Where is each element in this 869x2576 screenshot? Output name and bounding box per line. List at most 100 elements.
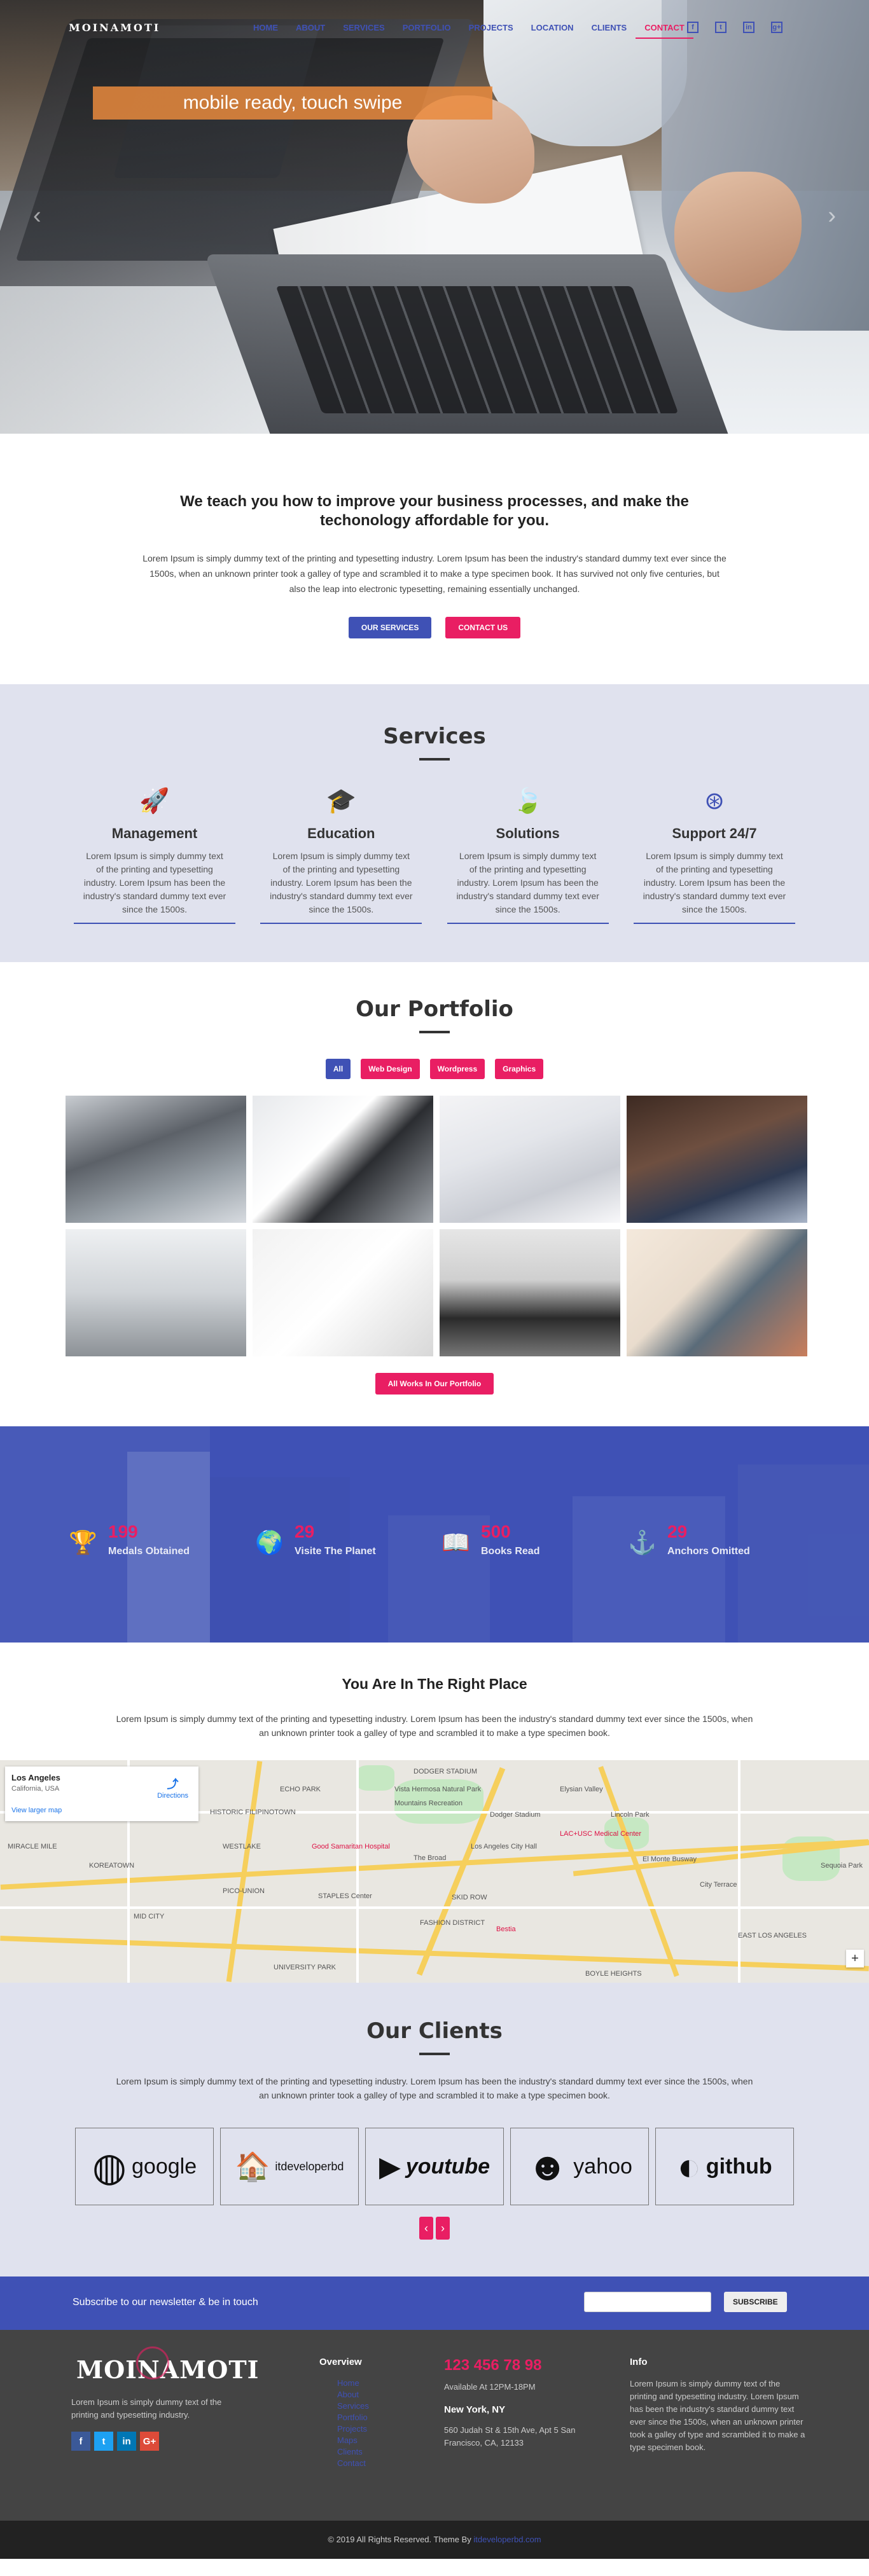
logo-ring-icon: [136, 2346, 169, 2380]
newsletter-text: Subscribe to our newsletter & be in touc…: [73, 2297, 258, 2308]
all-works-button[interactable]: All Works In Our Portfolio: [375, 1373, 494, 1395]
clients-prev-button[interactable]: ‹: [419, 2217, 433, 2240]
footer-logo[interactable]: MOINAMOTI: [76, 2346, 259, 2384]
portfolio-item[interactable]: [440, 1096, 620, 1223]
service-text: Lorem Ipsum is simply dummy text of the …: [643, 851, 786, 914]
stat-number: 29: [667, 1522, 688, 1541]
directions-button[interactable]: ⤴ Directions: [157, 1775, 188, 1800]
map-label: Dodger Stadium: [490, 1811, 541, 1819]
section-title: Services: [383, 724, 486, 749]
service-card: 🍃 Solutions Lorem Ipsum is simply dummy …: [447, 786, 609, 924]
footer-heading: Overview: [319, 2357, 362, 2367]
footer-link-projects[interactable]: Projects: [337, 2423, 369, 2435]
stat-item: ⚓ 29 Anchors Omitted: [628, 1522, 814, 1557]
slider-next-icon[interactable]: ›: [828, 202, 836, 230]
client-name: yahoo: [573, 2154, 632, 2179]
portfolio-item[interactable]: [66, 1096, 246, 1223]
footer-link-about[interactable]: About: [337, 2389, 369, 2400]
portfolio-item[interactable]: [253, 1229, 433, 1356]
yahoo-logo-icon: ☻: [527, 2144, 569, 2189]
service-text: Lorem Ipsum is simply dummy text of the …: [83, 851, 226, 914]
client-logo-yahoo[interactable]: ☻ yahoo: [510, 2128, 649, 2205]
clients-text: Lorem Ipsum is simply dummy text of the …: [116, 2076, 753, 2100]
portfolio-item[interactable]: [627, 1096, 807, 1223]
footer-link-contact[interactable]: Contact: [337, 2458, 369, 2469]
social-links-top: f t in g+: [687, 22, 782, 33]
google-plus-icon[interactable]: g+: [771, 22, 782, 33]
map-label: Bestia: [496, 1925, 516, 1933]
service-title: Support 24/7: [672, 825, 757, 841]
nav-item-services[interactable]: SERVICES: [334, 18, 394, 39]
nav-item-portfolio[interactable]: PORTFOLIO: [394, 18, 460, 39]
location-text: Lorem Ipsum is simply dummy text of the …: [116, 1714, 753, 1738]
stat-number: 500: [481, 1522, 511, 1541]
stat-label: Anchors Omitted: [667, 1546, 750, 1557]
nav-item-clients[interactable]: CLIENTS: [583, 18, 636, 39]
clients-next-button[interactable]: ›: [436, 2217, 450, 2240]
portfolio-item[interactable]: [253, 1096, 433, 1223]
view-larger-map-link[interactable]: View larger map: [11, 1807, 192, 1814]
filter-all[interactable]: All: [325, 1059, 351, 1079]
map-label: EAST LOS ANGELES: [738, 1932, 807, 1939]
copyright-link[interactable]: itdeveloperbd.com: [473, 2535, 541, 2544]
portfolio-item[interactable]: [66, 1229, 246, 1356]
footer: MOINAMOTI Lorem Ipsum is simply dummy te…: [0, 2330, 869, 2521]
footer-address: 560 Judah St & 15th Ave, Apt 5 San Franc…: [444, 2425, 576, 2448]
filter-wordpress[interactable]: Wordpress: [429, 1059, 485, 1079]
service-title: Management: [111, 825, 198, 841]
linkedin-icon[interactable]: in: [743, 22, 754, 33]
filter-web-design[interactable]: Web Design: [361, 1059, 420, 1079]
map-label: DODGER STADIUM: [414, 1768, 478, 1775]
map-label: The Broad: [414, 1854, 447, 1862]
nav-item-projects[interactable]: PROJECTS: [460, 18, 522, 39]
client-logo-github[interactable]: ◐ github: [655, 2128, 794, 2205]
twitter-icon[interactable]: t: [94, 2432, 113, 2451]
service-card: ⊛ Support 24/7 Lorem Ipsum is simply dum…: [633, 786, 795, 924]
map-label: UNIVERSITY PARK: [274, 1964, 337, 1971]
intro-section: We teach you how to improve your busines…: [0, 434, 869, 684]
title-underline: [419, 758, 450, 761]
map-label: MIRACLE MILE: [8, 1843, 57, 1850]
stat-label: Medals Obtained: [108, 1546, 190, 1557]
footer-link-services[interactable]: Services: [337, 2400, 369, 2412]
linkedin-icon[interactable]: in: [117, 2432, 136, 2451]
map-label: City Terrace: [700, 1881, 737, 1889]
client-logo-google[interactable]: ◍ google: [75, 2128, 214, 2205]
client-name: github: [706, 2154, 772, 2179]
google-map[interactable]: DODGER STADIUM ECHO PARK Dodger Stadium …: [0, 1760, 869, 1983]
zoom-in-icon[interactable]: +: [846, 1950, 864, 1967]
footer-phone[interactable]: 123 456 78 98: [444, 2357, 590, 2374]
nav-item-home[interactable]: HOME: [244, 18, 287, 39]
subscribe-button[interactable]: SUBSCRIBE: [724, 2292, 787, 2312]
nav-item-location[interactable]: LOCATION: [522, 18, 583, 39]
footer-link-home[interactable]: Home: [337, 2378, 369, 2389]
site-logo[interactable]: MOINAMOTI: [69, 22, 160, 34]
newsletter-email-input[interactable]: [584, 2292, 711, 2312]
footer-link-clients[interactable]: Clients: [337, 2446, 369, 2458]
location-title: You Are In The Right Place: [342, 1676, 527, 1692]
contact-us-button[interactable]: CONTACT US: [445, 617, 521, 638]
google-plus-icon[interactable]: G+: [140, 2432, 159, 2451]
map-label: Sequoia Park: [821, 1862, 863, 1870]
client-logo-youtube[interactable]: ▶ youtube: [365, 2128, 504, 2205]
services-section: Services 🚀 Management Lorem Ipsum is sim…: [0, 684, 869, 962]
footer-link-portfolio[interactable]: Portfolio: [337, 2412, 369, 2423]
book-icon: 📖: [441, 1529, 470, 1555]
slider-prev-icon[interactable]: ‹: [33, 202, 41, 230]
footer-link-maps[interactable]: Maps: [337, 2435, 369, 2446]
portfolio-item[interactable]: [627, 1229, 807, 1356]
our-services-button[interactable]: OUR SERVICES: [348, 617, 432, 638]
twitter-icon[interactable]: t: [715, 22, 726, 33]
leaf-icon: 🍃: [512, 788, 543, 815]
client-logo-itdeveloperbd[interactable]: 🏠 itdeveloperbd: [220, 2128, 359, 2205]
map-label: SKID ROW: [452, 1894, 487, 1901]
rocket-icon: 🚀: [139, 788, 170, 815]
portfolio-item[interactable]: [440, 1229, 620, 1356]
portfolio-grid: [66, 1096, 807, 1356]
facebook-icon[interactable]: f: [687, 22, 699, 33]
nav-item-about[interactable]: ABOUT: [287, 18, 334, 39]
footer-contact: 123 456 78 98 Available At 12PM-18PM New…: [444, 2357, 590, 2449]
facebook-icon[interactable]: f: [71, 2432, 90, 2451]
filter-graphics[interactable]: Graphics: [495, 1059, 544, 1079]
nav-item-contact[interactable]: CONTACT: [636, 18, 693, 39]
